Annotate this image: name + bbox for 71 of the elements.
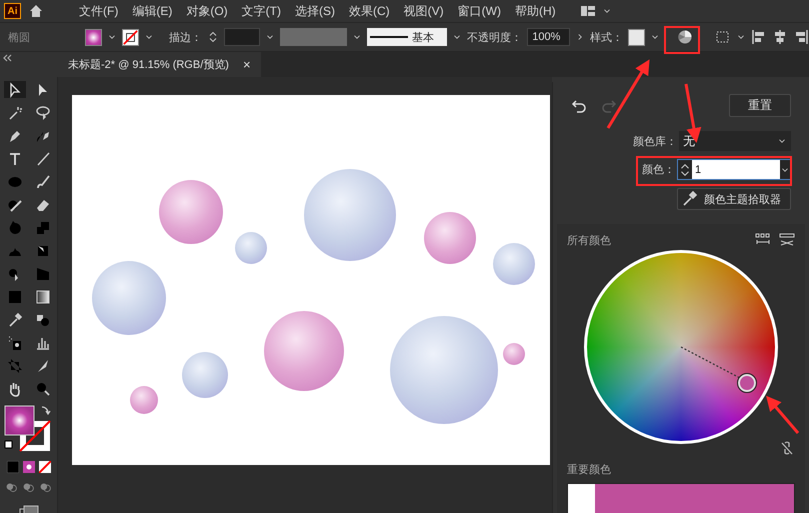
align-right-icon[interactable] — [793, 29, 809, 45]
stroke-label: 描边： — [169, 30, 202, 44]
annotation-arrow — [766, 396, 800, 434]
color-mode-icon[interactable] — [6, 461, 18, 473]
key-colors-label: 重要颜色 — [567, 462, 612, 477]
undo-icon[interactable] — [571, 98, 587, 114]
stroke-swatch[interactable] — [122, 28, 139, 46]
highlight-frame — [664, 26, 700, 54]
style-label: 样式： — [590, 30, 624, 44]
randomize-icon[interactable] — [779, 232, 795, 248]
document-title: 未标题-2* @ 91.15% (RGB/预览) — [68, 58, 229, 72]
collapse-panel-icon[interactable] — [2, 54, 12, 62]
gradient-icon[interactable] — [34, 288, 50, 304]
opacity-label: 不透明度： — [467, 30, 522, 44]
color-swatch[interactable] — [595, 484, 794, 513]
menu-item[interactable]: 帮助(H) — [510, 2, 560, 20]
eyedropper-icon — [682, 191, 700, 207]
transform-grid-icon[interactable] — [715, 29, 731, 45]
recolor-artwork-icon[interactable] — [676, 29, 693, 45]
color-library-dropdown[interactable]: 无 — [679, 131, 791, 151]
eyedropper-icon[interactable] — [6, 312, 22, 328]
sphere — [235, 232, 267, 264]
object-type-label: 椭圆 — [8, 30, 30, 44]
stroke-line-icon — [370, 35, 408, 39]
annotation-arrow — [606, 59, 650, 129]
graphic-style-swatch[interactable] — [628, 28, 646, 46]
opacity-field[interactable]: 100% — [527, 28, 570, 46]
sphere — [182, 352, 228, 398]
menu-item[interactable]: 文字(T) — [238, 2, 285, 20]
menu-item[interactable]: 选择(S) — [290, 2, 339, 20]
menu-item[interactable]: 编辑(E) — [128, 2, 176, 20]
symbol-sprayer-icon[interactable] — [6, 334, 22, 350]
brush-icon[interactable] — [34, 174, 50, 190]
unlink-icon[interactable] — [779, 440, 795, 456]
menu-item[interactable]: 文件(F) — [75, 2, 122, 20]
sphere — [424, 212, 476, 264]
all-colors-label: 所有颜色 — [567, 234, 611, 248]
draw-normal-icon[interactable] — [5, 481, 18, 494]
line-icon[interactable] — [34, 150, 50, 166]
sphere — [503, 343, 525, 365]
draw-inside-icon[interactable] — [39, 481, 52, 494]
menu-item[interactable]: 视图(V) — [400, 2, 448, 20]
none-mode-icon[interactable] — [38, 461, 50, 473]
fill-swatch[interactable] — [84, 28, 102, 46]
document-tab[interactable]: 未标题-2* @ 91.15% (RGB/预览) × — [58, 52, 261, 77]
sphere — [493, 243, 535, 285]
draw-behind-icon[interactable] — [22, 481, 35, 494]
colors-label: 颜色： — [642, 162, 675, 177]
app-logo: Ai — [4, 3, 21, 19]
close-tab-button[interactable]: × — [242, 57, 251, 72]
lasso-icon[interactable] — [34, 104, 50, 120]
stroke-weight-field[interactable] — [224, 28, 260, 46]
colors-field[interactable]: 1 — [677, 159, 791, 180]
brush-style-dropdown[interactable]: 基本 — [367, 28, 448, 46]
zoom-icon[interactable] — [34, 380, 50, 396]
align-center-icon[interactable] — [772, 29, 788, 45]
magic-wand-icon[interactable] — [6, 104, 22, 120]
menu-item[interactable]: 效果(C) — [344, 2, 394, 20]
color-library-label: 颜色库： — [633, 134, 677, 148]
align-left-icon[interactable] — [751, 29, 767, 45]
sphere — [130, 386, 158, 414]
sphere — [159, 180, 223, 244]
workspace-layout-icon[interactable] — [580, 3, 596, 19]
gradient-mode-icon[interactable] — [22, 461, 34, 473]
reset-button[interactable]: 重置 — [729, 94, 791, 117]
menu-item[interactable]: 对象(O) — [182, 2, 232, 20]
color-theme-picker-button[interactable]: 颜色主题拾取器 — [677, 188, 791, 210]
color-handle[interactable] — [738, 374, 756, 392]
color-swatch[interactable] — [568, 484, 595, 513]
menu-item[interactable]: 窗口(W) — [454, 2, 505, 20]
dotted-line — [680, 346, 740, 379]
